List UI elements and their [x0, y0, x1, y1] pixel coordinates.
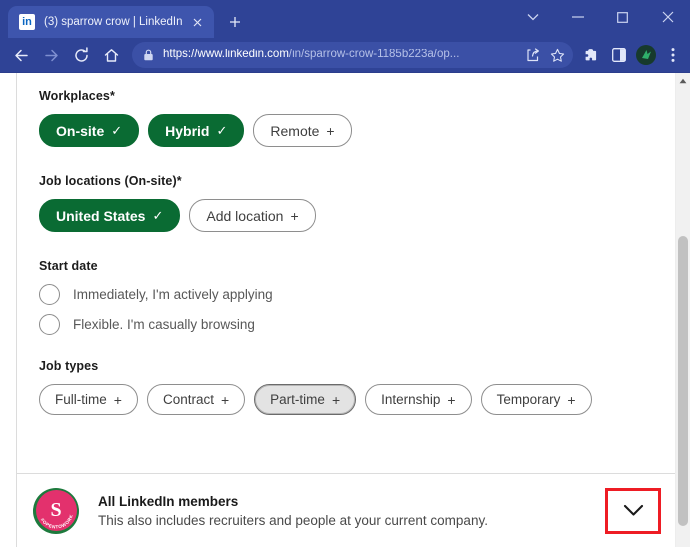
job-locations-options: United States ✓ Add location +	[39, 199, 655, 232]
side-panel-icon[interactable]	[605, 41, 632, 69]
plus-icon: +	[220, 391, 230, 408]
workplace-pill-on-site-label: On-site	[56, 122, 105, 139]
browser-window: in (3) sparrow crow | LinkedIn https://w…	[0, 0, 690, 547]
start-date-option-immediately-label: Immediately, I'm actively applying	[73, 287, 273, 302]
avatar: S #OPENTOWORK	[33, 487, 79, 534]
tab-title: (3) sparrow crow | LinkedIn	[44, 16, 183, 28]
workplace-pill-remote[interactable]: Remote +	[253, 114, 352, 147]
workplace-pill-on-site[interactable]: On-site ✓	[39, 114, 140, 147]
share-icon[interactable]	[521, 43, 545, 67]
browser-tab-linkedin[interactable]: in (3) sparrow crow | LinkedIn	[8, 6, 214, 38]
plus-icon: +	[567, 391, 576, 408]
check-icon: ✓	[111, 123, 123, 138]
forward-arrow-icon[interactable]	[36, 40, 66, 70]
visibility-expand-chevron-down-icon[interactable]	[608, 491, 658, 531]
job-type-pill-contract-label: Contract	[162, 392, 214, 407]
browser-toolbar: https://www.linkedin.com/in/sparrow-crow…	[0, 38, 690, 72]
maximize-icon[interactable]	[600, 0, 645, 34]
job-type-pill-temporary[interactable]: Temporary +	[480, 384, 592, 415]
visibility-text: All LinkedIn members This also includes …	[98, 494, 605, 528]
start-date-option-flexible[interactable]: Flexible. I'm casually browsing	[39, 314, 655, 335]
start-date-field: Start date Immediately, I'm actively app…	[39, 259, 655, 335]
add-location-button[interactable]: Add location +	[189, 199, 316, 232]
job-locations-field: Job locations (On-site)* United States ✓…	[39, 174, 655, 232]
job-types-options: Full-time + Contract + Part-time + Inter…	[39, 384, 655, 415]
radio-button-icon[interactable]	[39, 314, 60, 335]
open-to-work-modal: Workplaces* On-site ✓ Hybrid ✓ Remote + …	[16, 73, 675, 547]
avatar-initial: S	[35, 490, 77, 531]
plus-icon: +	[113, 391, 122, 408]
visibility-subtitle: This also includes recruiters and people…	[98, 512, 488, 528]
linkedin-page: Workplaces* On-site ✓ Hybrid ✓ Remote + …	[0, 73, 675, 547]
lock-icon	[143, 49, 154, 61]
workplace-pill-hybrid-label: Hybrid	[165, 122, 210, 139]
workplaces-field: Workplaces* On-site ✓ Hybrid ✓ Remote +	[39, 89, 655, 147]
address-bar[interactable]: https://www.linkedin.com/in/sparrow-crow…	[132, 42, 573, 68]
address-bar-url: https://www.linkedin.com/in/sparrow-crow…	[163, 49, 521, 61]
modal-body: Workplaces* On-site ✓ Hybrid ✓ Remote + …	[17, 73, 675, 415]
scrollbar-up-arrow-icon[interactable]	[676, 73, 690, 88]
radio-button-icon[interactable]	[39, 284, 60, 305]
new-tab-button[interactable]	[221, 8, 249, 36]
expand-button-highlight	[605, 487, 661, 534]
plus-icon: +	[331, 391, 341, 408]
back-arrow-icon[interactable]	[6, 40, 36, 70]
minimize-icon[interactable]	[555, 0, 600, 34]
tab-close-icon[interactable]	[188, 13, 206, 31]
url-path: /in/sparrow-crow-1185b223a/op...	[288, 49, 460, 61]
star-icon[interactable]	[545, 43, 569, 67]
tab-strip: in (3) sparrow crow | LinkedIn	[0, 0, 690, 38]
location-pill-united-states[interactable]: United States ✓	[39, 199, 181, 232]
three-dot-menu-icon[interactable]	[659, 41, 686, 69]
job-type-pill-internship[interactable]: Internship +	[365, 384, 472, 415]
plus-icon: +	[326, 122, 335, 139]
visibility-footer: S #OPENTOWORK All LinkedIn members This …	[17, 473, 675, 547]
workplace-pill-hybrid[interactable]: Hybrid ✓	[148, 114, 245, 147]
profile-avatar-icon[interactable]	[632, 41, 659, 69]
job-type-pill-internship-label: Internship	[381, 392, 441, 407]
puzzle-piece-icon[interactable]	[578, 41, 605, 69]
job-type-pill-contract[interactable]: Contract +	[146, 384, 246, 415]
job-types-field: Job types Full-time + Contract + Part-ti…	[39, 359, 655, 415]
start-date-option-flexible-label: Flexible. I'm casually browsing	[73, 317, 255, 332]
job-locations-label: Job locations (On-site)*	[39, 174, 182, 188]
job-type-pill-part-time-label: Part-time	[270, 392, 325, 407]
plus-icon: +	[290, 207, 299, 224]
job-type-pill-full-time[interactable]: Full-time +	[39, 384, 138, 415]
tab-search-chevron-down-icon[interactable]	[510, 0, 555, 34]
page-viewport: Workplaces* On-site ✓ Hybrid ✓ Remote + …	[0, 72, 690, 547]
profile-avatar	[635, 45, 656, 65]
plus-icon: +	[447, 391, 456, 408]
add-location-label: Add location	[206, 207, 284, 224]
scrollbar-thumb[interactable]	[678, 236, 688, 526]
workplace-pill-remote-label: Remote	[270, 122, 320, 139]
check-icon: ✓	[152, 208, 164, 223]
close-window-icon[interactable]	[645, 0, 690, 34]
linkedin-favicon-icon: in	[19, 14, 35, 30]
job-type-pill-temporary-label: Temporary	[496, 392, 561, 407]
workplaces-label: Workplaces*	[39, 89, 115, 103]
start-date-option-immediately[interactable]: Immediately, I'm actively applying	[39, 284, 655, 305]
visibility-title: All LinkedIn members	[98, 493, 239, 509]
scrollbar-track[interactable]	[676, 88, 690, 547]
job-type-pill-part-time[interactable]: Part-time +	[254, 384, 357, 415]
home-icon[interactable]	[96, 40, 126, 70]
job-types-label: Job types	[39, 359, 99, 373]
page-scrollbar[interactable]	[675, 73, 690, 547]
check-icon: ✓	[216, 123, 228, 138]
start-date-label: Start date	[39, 259, 98, 273]
window-controls	[510, 0, 690, 34]
job-type-pill-full-time-label: Full-time	[55, 392, 107, 407]
workplaces-options: On-site ✓ Hybrid ✓ Remote +	[39, 114, 655, 147]
location-pill-united-states-label: United States	[56, 207, 146, 224]
url-domain: https://www.linkedin.com	[163, 49, 289, 61]
reload-icon[interactable]	[66, 40, 96, 70]
